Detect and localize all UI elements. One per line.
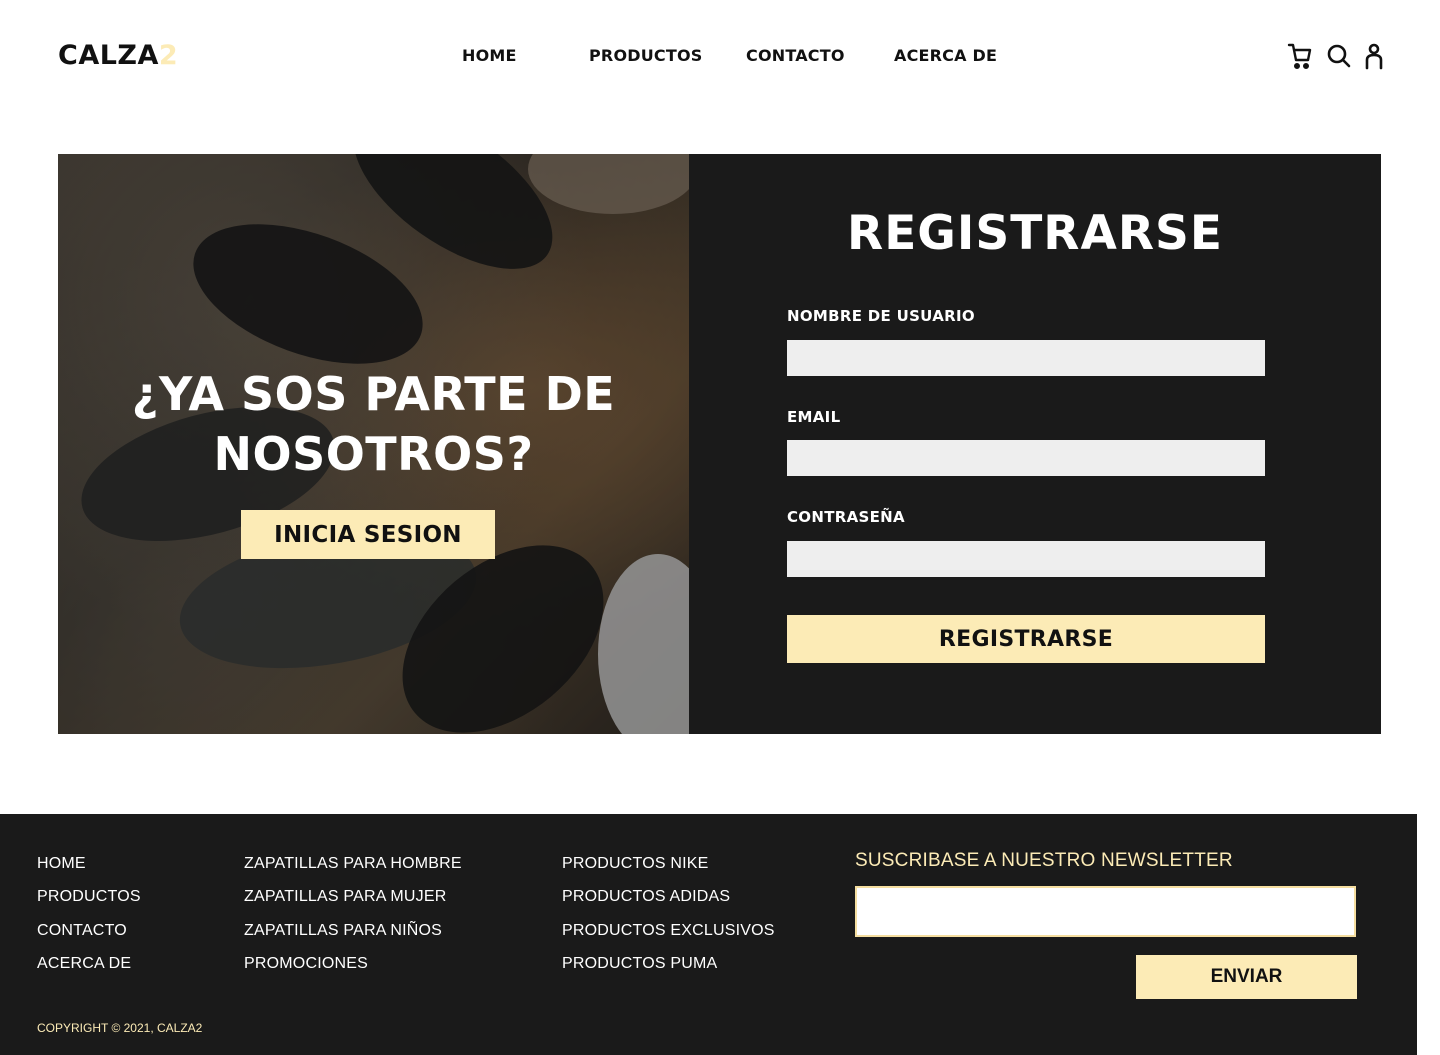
footer-link-hombre[interactable]: ZAPATILLAS PARA HOMBRE [244,855,462,873]
hero-heading-line1: ¿YA SOS PARTE DE [131,367,616,421]
footer-link-acerca-de[interactable]: ACERCA DE [37,955,131,973]
logo-accent: 2 [158,40,179,71]
footer-link-promociones[interactable]: PROMOCIONES [244,955,368,973]
site-header: CALZA2 HOME PRODUCTOS CONTACTO ACERCA DE [0,0,1440,112]
newsletter-email-input[interactable] [855,886,1356,937]
username-field[interactable] [787,340,1265,376]
nav-acerca-de[interactable]: ACERCA DE [894,46,997,65]
register-title: REGISTRARSE [847,206,1223,261]
nav-home[interactable]: HOME [462,46,517,65]
password-label: CONTRASEÑA [787,508,905,526]
email-label: EMAIL [787,408,841,426]
search-icon[interactable] [1326,42,1352,70]
password-field[interactable] [787,541,1265,577]
register-button[interactable]: REGISTRARSE [787,615,1265,663]
footer-link-puma[interactable]: PRODUCTOS PUMA [562,955,717,973]
hero-heading: ¿YA SOS PARTE DE NOSOTROS? [58,364,689,484]
register-hero: ¿YA SOS PARTE DE NOSOTROS? INICIA SESION… [58,154,1381,734]
footer-link-nike[interactable]: PRODUCTOS NIKE [562,855,709,873]
footer-link-productos[interactable]: PRODUCTOS [37,888,141,906]
cart-icon[interactable] [1287,42,1313,70]
nav-productos[interactable]: PRODUCTOS [589,46,703,65]
footer-link-contacto[interactable]: CONTACTO [37,922,127,940]
user-icon[interactable] [1362,42,1388,70]
newsletter-title: SUSCRIBASE A NUESTRO NEWSLETTER [855,850,1233,871]
footer-link-ninos[interactable]: ZAPATILLAS PARA NIÑOS [244,922,442,940]
logo-text: CALZA [58,40,159,71]
footer-link-exclusivos[interactable]: PRODUCTOS EXCLUSIVOS [562,922,775,940]
footer-link-mujer[interactable]: ZAPATILLAS PARA MUJER [244,888,446,906]
login-button[interactable]: INICIA SESION [241,510,495,559]
send-button[interactable]: ENVIAR [1136,955,1357,999]
site-logo[interactable]: CALZA2 [58,40,178,71]
hero-heading-line2: NOSOTROS? [213,427,534,481]
site-footer: HOME PRODUCTOS CONTACTO ACERCA DE ZAPATI… [0,814,1417,1055]
footer-link-adidas[interactable]: PRODUCTOS ADIDAS [562,888,730,906]
copyright-text: COPYRIGHT © 2021, CALZA2 [37,1021,203,1035]
nav-contacto[interactable]: CONTACTO [746,46,845,65]
username-label: NOMBRE DE USUARIO [787,307,975,325]
email-field[interactable] [787,440,1265,476]
footer-link-home[interactable]: HOME [37,855,86,873]
